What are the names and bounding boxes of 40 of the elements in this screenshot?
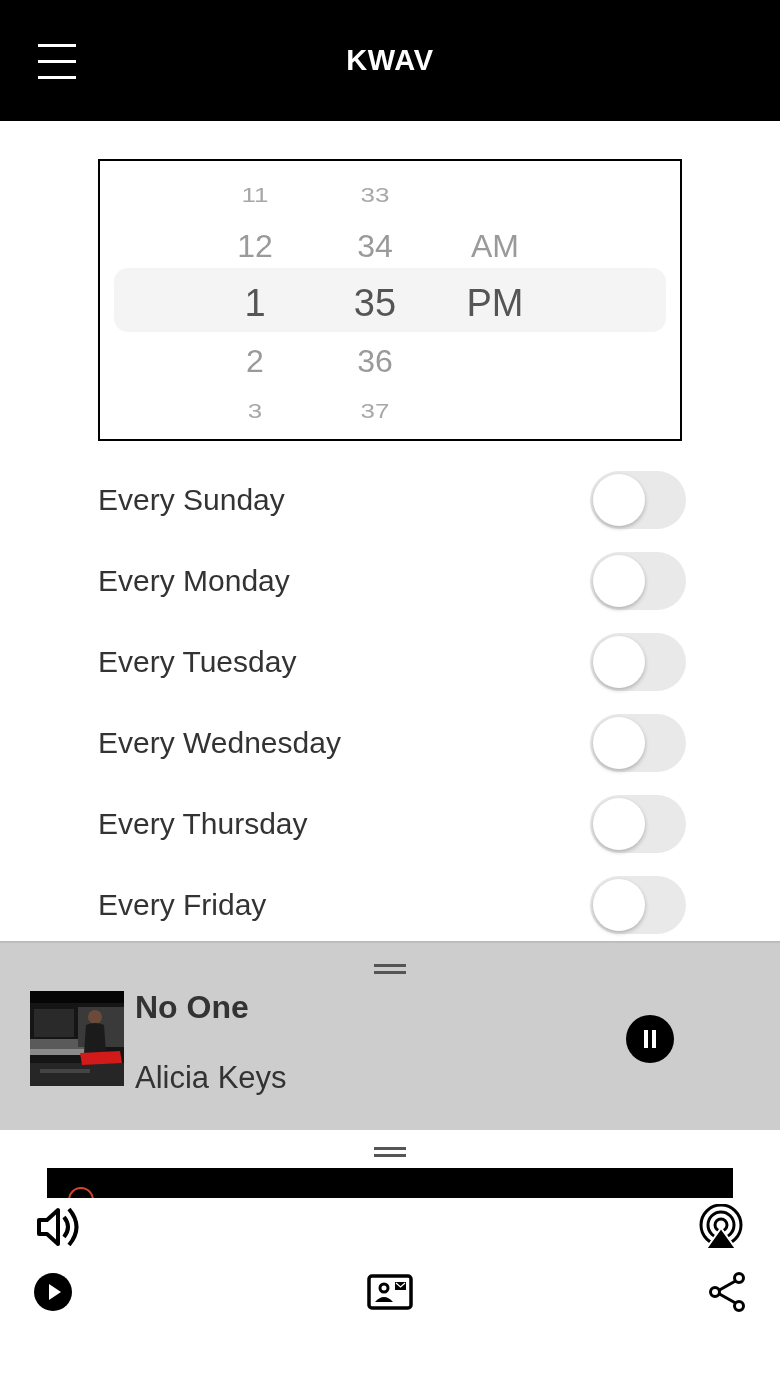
picker-value[interactable]: 2 — [246, 344, 264, 377]
picker-value[interactable]: 11 — [241, 185, 269, 205]
drag-handle-icon[interactable] — [374, 1146, 406, 1158]
picker-value[interactable]: 37 — [360, 401, 390, 421]
picker-value[interactable]: 34 — [357, 229, 393, 262]
menu-icon[interactable] — [38, 41, 76, 80]
contact-card-icon[interactable] — [367, 1274, 413, 1310]
picker-value[interactable]: 33 — [360, 185, 390, 205]
time-picker[interactable]: 11 12 1 2 3 33 34 35 36 37 AM PM — [98, 159, 682, 441]
toggle-switch[interactable] — [590, 713, 686, 772]
track-title: No One — [135, 988, 249, 1027]
alarm-label: Every Tuesday — [98, 644, 297, 680]
alarm-label: Every Friday — [98, 887, 267, 923]
volume-icon[interactable] — [36, 1205, 82, 1249]
app-title: KWAV — [346, 42, 434, 78]
pause-button[interactable] — [626, 1015, 674, 1063]
share-icon[interactable] — [708, 1272, 746, 1312]
circle-logo-icon — [67, 1186, 95, 1198]
toggle-switch[interactable] — [590, 632, 686, 691]
alarm-label: Every Thursday — [98, 806, 308, 842]
drag-handle-icon[interactable] — [374, 963, 406, 975]
toggle-switch[interactable] — [590, 875, 686, 934]
toggle-switch[interactable] — [590, 551, 686, 610]
picker-value[interactable]: PM — [466, 284, 524, 322]
alarm-label: Every Monday — [98, 563, 290, 599]
picker-value[interactable]: 1 — [244, 284, 266, 322]
picker-value[interactable]: 3 — [247, 401, 263, 421]
toggle-switch[interactable] — [590, 470, 686, 529]
alarm-label: Every Wednesday — [98, 725, 341, 761]
play-icon[interactable] — [34, 1273, 72, 1311]
toggle-switch[interactable] — [590, 794, 686, 853]
track-artist: Alicia Keys — [135, 1059, 287, 1097]
picker-value[interactable]: 36 — [357, 344, 393, 377]
alarm-label: Every Sunday — [98, 482, 285, 518]
picker-value[interactable]: 35 — [353, 284, 397, 322]
picker-value[interactable]: 12 — [237, 229, 273, 262]
pause-icon — [642, 1030, 658, 1048]
mini-player[interactable]: No One Alicia Keys — [0, 941, 780, 1130]
picker-value[interactable]: AM — [471, 229, 519, 262]
airplay-icon[interactable] — [698, 1204, 744, 1250]
